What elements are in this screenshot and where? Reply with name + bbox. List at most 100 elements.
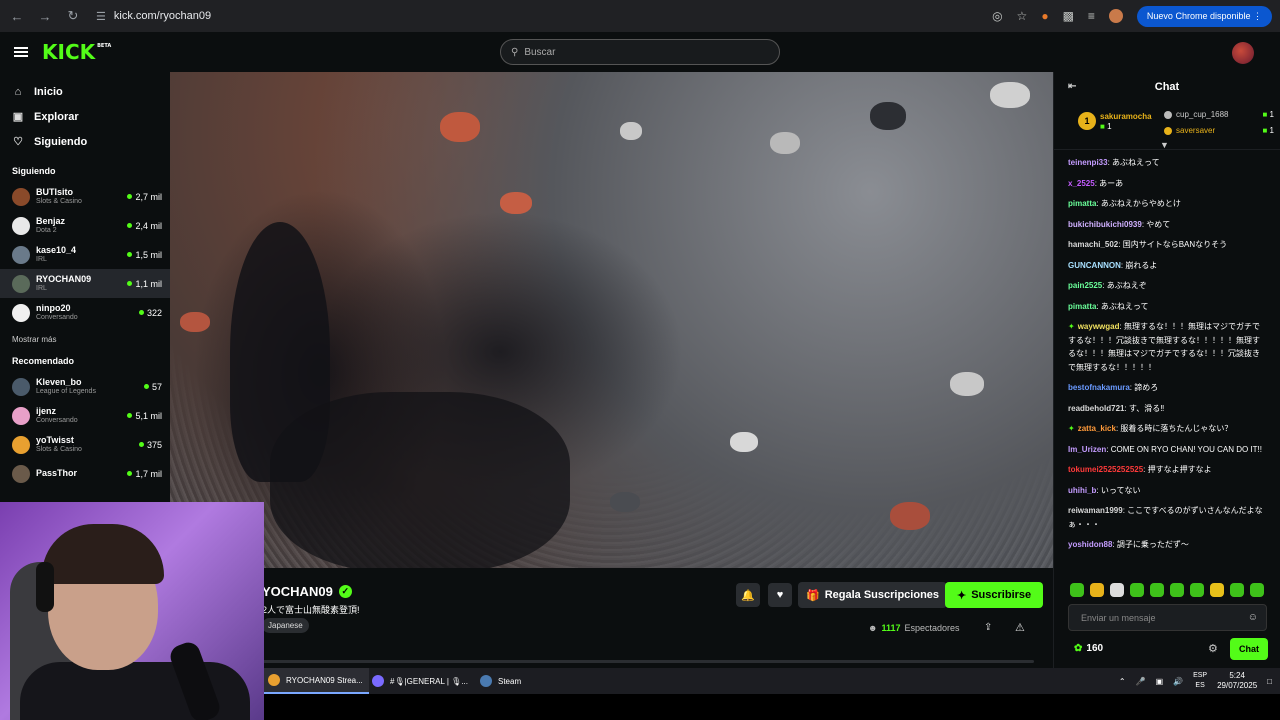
channel-name: Benjaz	[36, 215, 66, 226]
emote-icon[interactable]	[1090, 583, 1104, 597]
viewer-count-value: 5,1 mil	[135, 410, 162, 421]
emote-icon[interactable]	[1190, 583, 1204, 597]
network-icon[interactable]: ▣	[1156, 677, 1164, 686]
sidebar-channel[interactable]: PassThor 1,7 mil	[0, 459, 170, 488]
chat-username[interactable]: yoshidon88	[1068, 540, 1112, 549]
task-discord[interactable]: #🎙|GENERAL | 🎙...	[366, 668, 474, 694]
chat-username[interactable]: waywwgad	[1078, 322, 1120, 331]
sidebar-channel[interactable]: yoTwisst Slots & Casino 375	[0, 430, 170, 459]
share-icon[interactable]: ⇪	[984, 622, 992, 633]
reload-icon[interactable]: ↻	[64, 8, 82, 24]
channel-name: Kleven_bo	[36, 376, 82, 387]
chat-settings-icon[interactable]: ⚙	[1208, 642, 1218, 655]
viewer-count-value: 2,4 mil	[135, 220, 162, 231]
chat-username[interactable]: x_2525	[1068, 179, 1095, 188]
report-icon[interactable]: ⚠	[1015, 621, 1025, 634]
chat-username[interactable]: pimatta	[1068, 302, 1096, 311]
menu-icon[interactable]	[14, 47, 28, 57]
emote-icon[interactable]	[1130, 583, 1144, 597]
gifter-badge-icon	[1164, 110, 1172, 119]
follow-button[interactable]: ♥	[768, 583, 792, 607]
send-chat-button[interactable]: Chat	[1230, 638, 1268, 660]
sidebar-channel[interactable]: kase10_4 IRL 1,5 mil	[0, 240, 170, 269]
microphone-icon[interactable]: 🎤	[1136, 677, 1146, 686]
browser-toolbar: ← → ↻ ☰ kick.com/ryochan09 ◎ ☆ ● ▩ ≡ Nue…	[0, 0, 1280, 32]
gifter-row[interactable]: cup_cup_1688 ■ 1	[1164, 110, 1274, 119]
emote-icon[interactable]	[1110, 583, 1124, 597]
sidebar-channel[interactable]: Kleven_bo League of Legends 57	[0, 372, 170, 401]
subscribe-button[interactable]: ✦ Suscribirse	[945, 582, 1044, 608]
chat-username[interactable]: Im_Urizen	[1068, 445, 1106, 454]
emote-icon[interactable]	[1150, 583, 1164, 597]
forward-icon[interactable]: →	[36, 9, 54, 24]
chat-message-input[interactable]: Enviar un mensaje ☺	[1068, 604, 1267, 631]
extensions-icon[interactable]: ▩	[1063, 9, 1074, 23]
chat-message: bestofnakamura: 諦めろ	[1068, 383, 1159, 392]
sparkle-icon: ✦	[957, 589, 967, 602]
gift-subs-button[interactable]: 🎁 Regala Suscripciones	[798, 582, 948, 608]
sidebar-channel[interactable]: ijenz Conversando 5,1 mil	[0, 401, 170, 430]
task-steam[interactable]: Steam	[474, 668, 527, 694]
emoji-icon[interactable]: ☺	[1248, 612, 1258, 623]
back-icon[interactable]: ←	[8, 9, 26, 24]
chat-username[interactable]: readbehold721	[1068, 404, 1124, 413]
emote-icon[interactable]	[1170, 583, 1184, 597]
show-more-link[interactable]: Mostrar más	[0, 327, 170, 348]
bookmark-star-icon[interactable]: ☆	[1017, 9, 1028, 23]
emote-icon[interactable]	[1230, 583, 1244, 597]
live-dot-icon	[127, 471, 133, 476]
reading-list-icon[interactable]: ≡	[1088, 9, 1095, 23]
collapse-chat-icon[interactable]: ⇤	[1068, 81, 1076, 92]
nav-siguiendo[interactable]: ♡ Siguiendo	[0, 129, 170, 154]
chat-username[interactable]: reiwaman1999	[1068, 506, 1123, 515]
sidebar-channel[interactable]: Benjaz Dota 2 2,4 mil	[0, 211, 170, 240]
user-avatar[interactable]	[1232, 42, 1254, 64]
emote-icon[interactable]	[1210, 583, 1224, 597]
chat-username[interactable]: GUNCANNON	[1068, 261, 1121, 270]
channel-name[interactable]: YOCHAN09 ✓	[262, 584, 352, 599]
eye-off-icon[interactable]: ◎	[992, 9, 1002, 23]
address-bar[interactable]: ☰ kick.com/ryochan09	[96, 10, 982, 23]
site-info-icon[interactable]: ☰	[96, 10, 106, 23]
notifications-icon[interactable]: □	[1267, 677, 1272, 686]
filter-icon[interactable]: ▼	[1160, 140, 1169, 150]
chat-username[interactable]: uhihi_b	[1068, 486, 1096, 495]
nav-inicio[interactable]: ⌂ Inicio	[0, 80, 170, 104]
chevron-up-icon[interactable]: ⌃	[1119, 677, 1126, 686]
sidebar-channel[interactable]: RYOCHAN09 IRL 1,1 mil	[0, 269, 170, 298]
sidebar-channel[interactable]: ninpo20 Conversando 322	[0, 298, 170, 327]
language-indicator[interactable]: ESP ES	[1193, 671, 1207, 691]
chat-username[interactable]: zatta_kick	[1078, 424, 1116, 433]
page-scrollbar[interactable]	[262, 660, 1034, 663]
channel-points[interactable]: ✿ 160	[1074, 643, 1103, 654]
chat-username[interactable]: bestofnakamura	[1068, 383, 1130, 392]
sidebar-channel[interactable]: BUTIsito Slots & Casino 2,7 mil	[0, 182, 170, 211]
volume-icon[interactable]: 🔊	[1173, 677, 1183, 686]
extension-fox-icon[interactable]: ●	[1041, 9, 1048, 23]
chat-username[interactable]: teinenpi33	[1068, 158, 1108, 167]
chat-username[interactable]: pain2525	[1068, 281, 1102, 290]
kick-logo[interactable]: KICK BETA	[42, 40, 111, 64]
chat-username[interactable]: tokumei2525252525	[1068, 465, 1143, 474]
top-gifter[interactable]: 1 sakuramocha ■ 1	[1078, 112, 1152, 131]
video-player[interactable]	[170, 72, 1053, 568]
live-dot-icon	[127, 252, 133, 257]
chat-username[interactable]: hamachi_502	[1068, 240, 1118, 249]
search-input[interactable]: ⚲ Buscar	[500, 39, 780, 65]
notification-bell-button[interactable]: 🔔	[736, 583, 760, 607]
chat-username[interactable]: pimatta	[1068, 199, 1096, 208]
chat-text: 崩れるよ	[1125, 260, 1158, 270]
chat-username[interactable]: bukichibukichi0939	[1068, 220, 1142, 229]
chat-message: pimatta: あぶねえって	[1068, 301, 1149, 311]
chrome-update-button[interactable]: Nuevo Chrome disponible ⋮	[1136, 5, 1272, 27]
profile-avatar[interactable]	[1108, 9, 1123, 23]
emote-icon[interactable]	[1250, 583, 1264, 597]
emote-icon[interactable]	[1070, 583, 1084, 597]
chat-text: 押すなよ押すなよ	[1147, 465, 1212, 474]
tag-language[interactable]: Japanese	[262, 618, 309, 633]
clock[interactable]: 5:24 29/07/2025	[1217, 671, 1257, 691]
task-chrome[interactable]: RYOCHAN09 Strea...	[262, 668, 369, 694]
gifter-row[interactable]: saversaver ■ 1	[1164, 126, 1274, 135]
channel-name: BUTIsito	[36, 186, 73, 197]
nav-explorar[interactable]: ▣ Explorar	[0, 104, 170, 129]
